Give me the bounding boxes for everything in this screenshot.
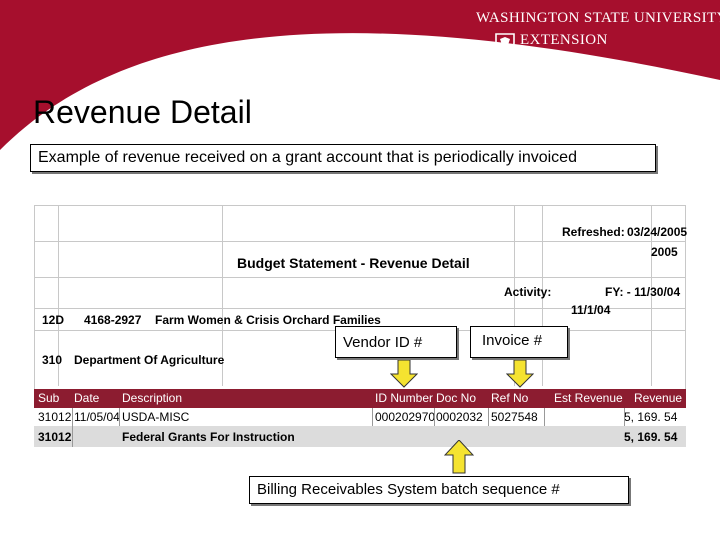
fy-label: FY: - 11/30/04	[605, 285, 681, 299]
cougar-head-icon	[495, 33, 515, 52]
total-revenue: 5, 169. 54	[624, 430, 678, 444]
account-name: Farm Women & Crisis Orchard Families	[155, 313, 381, 327]
billing-batch-callout-text: Billing Receivables System batch sequenc…	[257, 481, 560, 498]
slide-title: Revenue Detail	[33, 94, 252, 130]
col-doc-no: Doc No	[436, 391, 477, 405]
statement-year: 2005	[651, 245, 678, 259]
table-total-row: 31012 Federal Grants For Instruction 5, …	[34, 426, 686, 447]
tagline: World Class. Face to Face.	[496, 57, 595, 67]
org-code: 310	[42, 353, 63, 367]
total-sub: 31012	[38, 430, 72, 444]
refreshed-label: Refreshed:	[562, 225, 625, 239]
subtitle-text: Example of revenue received on a grant a…	[38, 149, 577, 166]
row-id-number: 000202970	[375, 410, 436, 424]
invoice-arrow-icon	[506, 360, 534, 388]
table-header-row: Sub Date Description ID Number Doc No Re…	[34, 389, 686, 408]
account-number: 4168-2927	[84, 313, 142, 327]
invoice-callout: Invoice #	[470, 326, 568, 358]
billing-batch-arrow-icon	[444, 440, 474, 474]
col-id-number: ID Number	[375, 391, 434, 405]
row-description: USDA-MISC	[122, 410, 190, 424]
wsu-extension-logo: WASHINGTON STATE UNIVERSITY EXTENSION Wo…	[468, 8, 720, 72]
area-code: 12D	[42, 313, 65, 327]
statement-heading: Budget Statement - Revenue Detail	[237, 255, 470, 271]
org-name: Department Of Agriculture	[74, 353, 225, 367]
vendor-id-callout-text: Vendor ID #	[343, 334, 423, 351]
col-date: Date	[74, 391, 100, 405]
billing-batch-callout: Billing Receivables System batch sequenc…	[249, 476, 629, 504]
unit-name: EXTENSION	[520, 32, 608, 48]
activity-label: Activity:	[504, 285, 552, 299]
row-doc-no: 0002032	[436, 410, 483, 424]
col-description: Description	[122, 391, 183, 405]
row-sub: 31012	[38, 410, 72, 424]
col-sub: Sub	[38, 391, 60, 405]
col-ref-no: Ref No	[491, 391, 529, 405]
vendor-id-arrow-icon	[390, 360, 418, 388]
col-revenue: Revenue	[634, 391, 683, 405]
subtitle-box: Example of revenue received on a grant a…	[30, 144, 656, 172]
period-date: 11/1/04	[571, 303, 611, 317]
row-ref-no: 5027548	[491, 410, 538, 424]
vendor-id-callout: Vendor ID #	[335, 326, 457, 358]
row-revenue: 5, 169. 54	[624, 410, 678, 424]
table-row: 31012 11/05/04 USDA-MISC 000202970 00020…	[34, 408, 686, 426]
total-description: Federal Grants For Instruction	[122, 430, 295, 444]
refreshed-date: 03/24/2005	[627, 225, 688, 239]
invoice-callout-text: Invoice #	[482, 332, 543, 349]
col-est-revenue: Est Revenue	[554, 391, 623, 405]
university-name: WASHINGTON STATE UNIVERSITY	[476, 10, 720, 26]
row-date: 11/05/04	[74, 410, 120, 424]
